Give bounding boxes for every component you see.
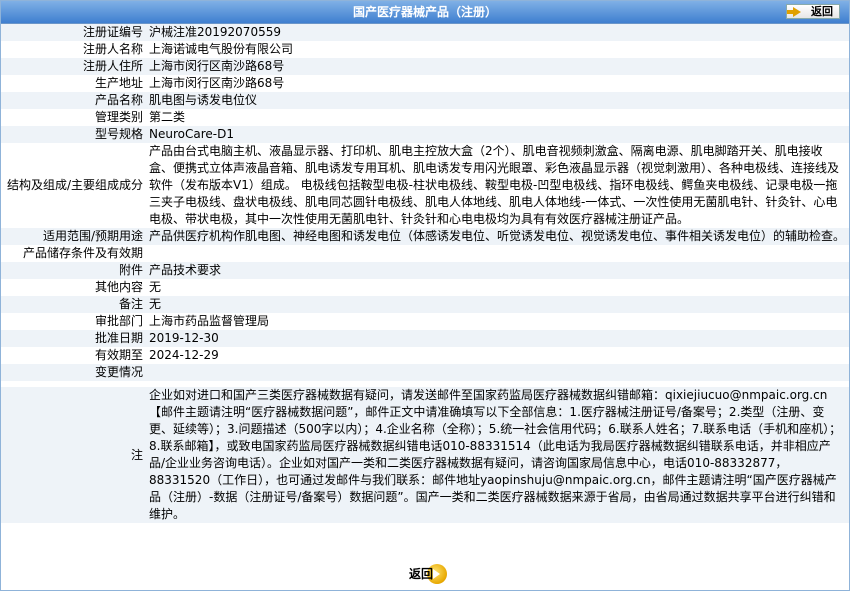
- table-row: 生产地址 上海市闵行区南沙路68号: [1, 75, 849, 92]
- table-row: 管理类别 第二类: [1, 109, 849, 126]
- field-label: 批准日期: [1, 330, 146, 347]
- table-row: 产品名称 肌电图与诱发电位仪: [1, 92, 849, 109]
- field-value: 企业如对进口和国产三类医疗器械数据有疑问，请发送邮件至国家药监局医疗器械数据纠错…: [146, 387, 849, 523]
- field-value: 上海诺诚电气股份有限公司: [146, 41, 849, 58]
- field-label: 备注: [1, 296, 146, 313]
- info-table: 注册证编号 沪械注准20192070559 注册人名称 上海诺诚电气股份有限公司 注册人…: [1, 24, 849, 523]
- field-label: 适用范围/预期用途: [1, 228, 146, 245]
- table-row: 注册证编号 沪械注准20192070559: [1, 24, 849, 41]
- arrow-right-icon: [787, 7, 801, 17]
- field-label: 型号规格: [1, 126, 146, 143]
- field-value: 上海市闵行区南沙路68号: [146, 58, 849, 75]
- field-label: 结构及组成/主要组成成分: [1, 143, 146, 228]
- table-row: 型号规格 NeuroCare-D1: [1, 126, 849, 143]
- panel-header: 国产医疗器械产品（注册） 返回: [1, 1, 849, 24]
- field-label: 审批部门: [1, 313, 146, 330]
- field-label: 注册人名称: [1, 41, 146, 58]
- detail-panel: 国产医疗器械产品（注册） 返回 注册证编号 沪械注准20192070559 注册人名…: [0, 0, 850, 591]
- field-value: 肌电图与诱发电位仪: [146, 92, 849, 109]
- field-label: 管理类别: [1, 109, 146, 126]
- table-row: 变更情况: [1, 364, 849, 381]
- field-value: 上海市药品监督管理局: [146, 313, 849, 330]
- table-row: 结构及组成/主要组成成分 产品由台式电脑主机、液晶显示器、打印机、肌电主控放大盒（…: [1, 143, 849, 228]
- field-value: 上海市闵行区南沙路68号: [146, 75, 849, 92]
- field-value: 2019-12-30: [146, 330, 849, 347]
- field-value: 2024-12-29: [146, 347, 849, 364]
- table-row: 有效期至 2024-12-29: [1, 347, 849, 364]
- field-label: 产品名称: [1, 92, 146, 109]
- footer-bar: 返回: [1, 562, 849, 588]
- back-button-bottom[interactable]: 返回: [403, 562, 447, 586]
- field-label: 注: [1, 387, 146, 523]
- field-value: [146, 364, 849, 381]
- back-button-top-label: 返回: [811, 5, 833, 18]
- field-label: 其他内容: [1, 279, 146, 296]
- field-label: 生产地址: [1, 75, 146, 92]
- table-row: 附件 产品技术要求: [1, 262, 849, 279]
- back-button-bottom-label: 返回: [408, 567, 433, 581]
- table-row: 审批部门 上海市药品监督管理局: [1, 313, 849, 330]
- field-value: 产品由台式电脑主机、液晶显示器、打印机、肌电主控放大盒（2个）、肌电音视频刺激盒…: [146, 143, 849, 228]
- table-row: 适用范围/预期用途 产品供医疗机构作肌电图、神经电图和诱发电位（体感诱发电位、听觉…: [1, 228, 849, 245]
- field-value: 无: [146, 296, 849, 313]
- field-value: 产品供医疗机构作肌电图、神经电图和诱发电位（体感诱发电位、听觉诱发电位、视觉诱发…: [146, 228, 849, 245]
- table-row: 注册人住所 上海市闵行区南沙路68号: [1, 58, 849, 75]
- back-button-top[interactable]: 返回: [786, 4, 840, 19]
- field-value: 第二类: [146, 109, 849, 126]
- page-title: 国产医疗器械产品（注册）: [352, 5, 497, 19]
- field-label: 产品储存条件及有效期: [1, 245, 146, 262]
- field-label: 附件: [1, 262, 146, 279]
- field-value: [146, 245, 849, 262]
- field-value: 产品技术要求: [146, 262, 849, 279]
- field-label: 注册人住所: [1, 58, 146, 75]
- table-row: 其他内容无: [1, 279, 849, 296]
- field-value: 沪械注准20192070559: [146, 24, 849, 41]
- field-label: 变更情况: [1, 364, 146, 381]
- field-value: NeuroCare-D1: [146, 126, 849, 143]
- field-label: 注册证编号: [1, 24, 146, 41]
- field-value: 无: [146, 279, 849, 296]
- table-row: 备注无: [1, 296, 849, 313]
- table-row: 批准日期 2019-12-30: [1, 330, 849, 347]
- table-row: 注册人名称 上海诺诚电气股份有限公司: [1, 41, 849, 58]
- field-label: 有效期至: [1, 347, 146, 364]
- table-row: 产品储存条件及有效期: [1, 245, 849, 262]
- table-row: 注企业如对进口和国产三类医疗器械数据有疑问，请发送邮件至国家药监局医疗器械数据纠…: [1, 387, 849, 523]
